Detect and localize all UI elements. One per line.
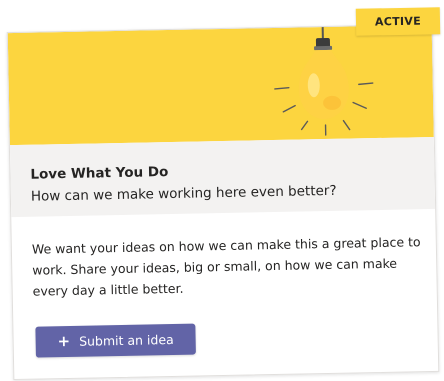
submit-idea-label: Submit an idea xyxy=(78,331,174,349)
lightbulb-icon xyxy=(274,27,374,136)
card-description: We want your ideas on how we can make th… xyxy=(31,234,421,299)
card-title: Love What You Do xyxy=(30,164,169,183)
card-hero-banner xyxy=(7,24,434,146)
card-subtitle: How can we make working here even better… xyxy=(30,182,337,205)
status-badge: ACTIVE xyxy=(355,7,441,36)
card-header: Love What You Do How can we make working… xyxy=(9,136,436,218)
idea-card: Love What You Do How can we make working… xyxy=(6,23,440,381)
submit-idea-button[interactable]: + Submit an idea xyxy=(35,323,196,358)
plus-icon: + xyxy=(57,331,71,351)
